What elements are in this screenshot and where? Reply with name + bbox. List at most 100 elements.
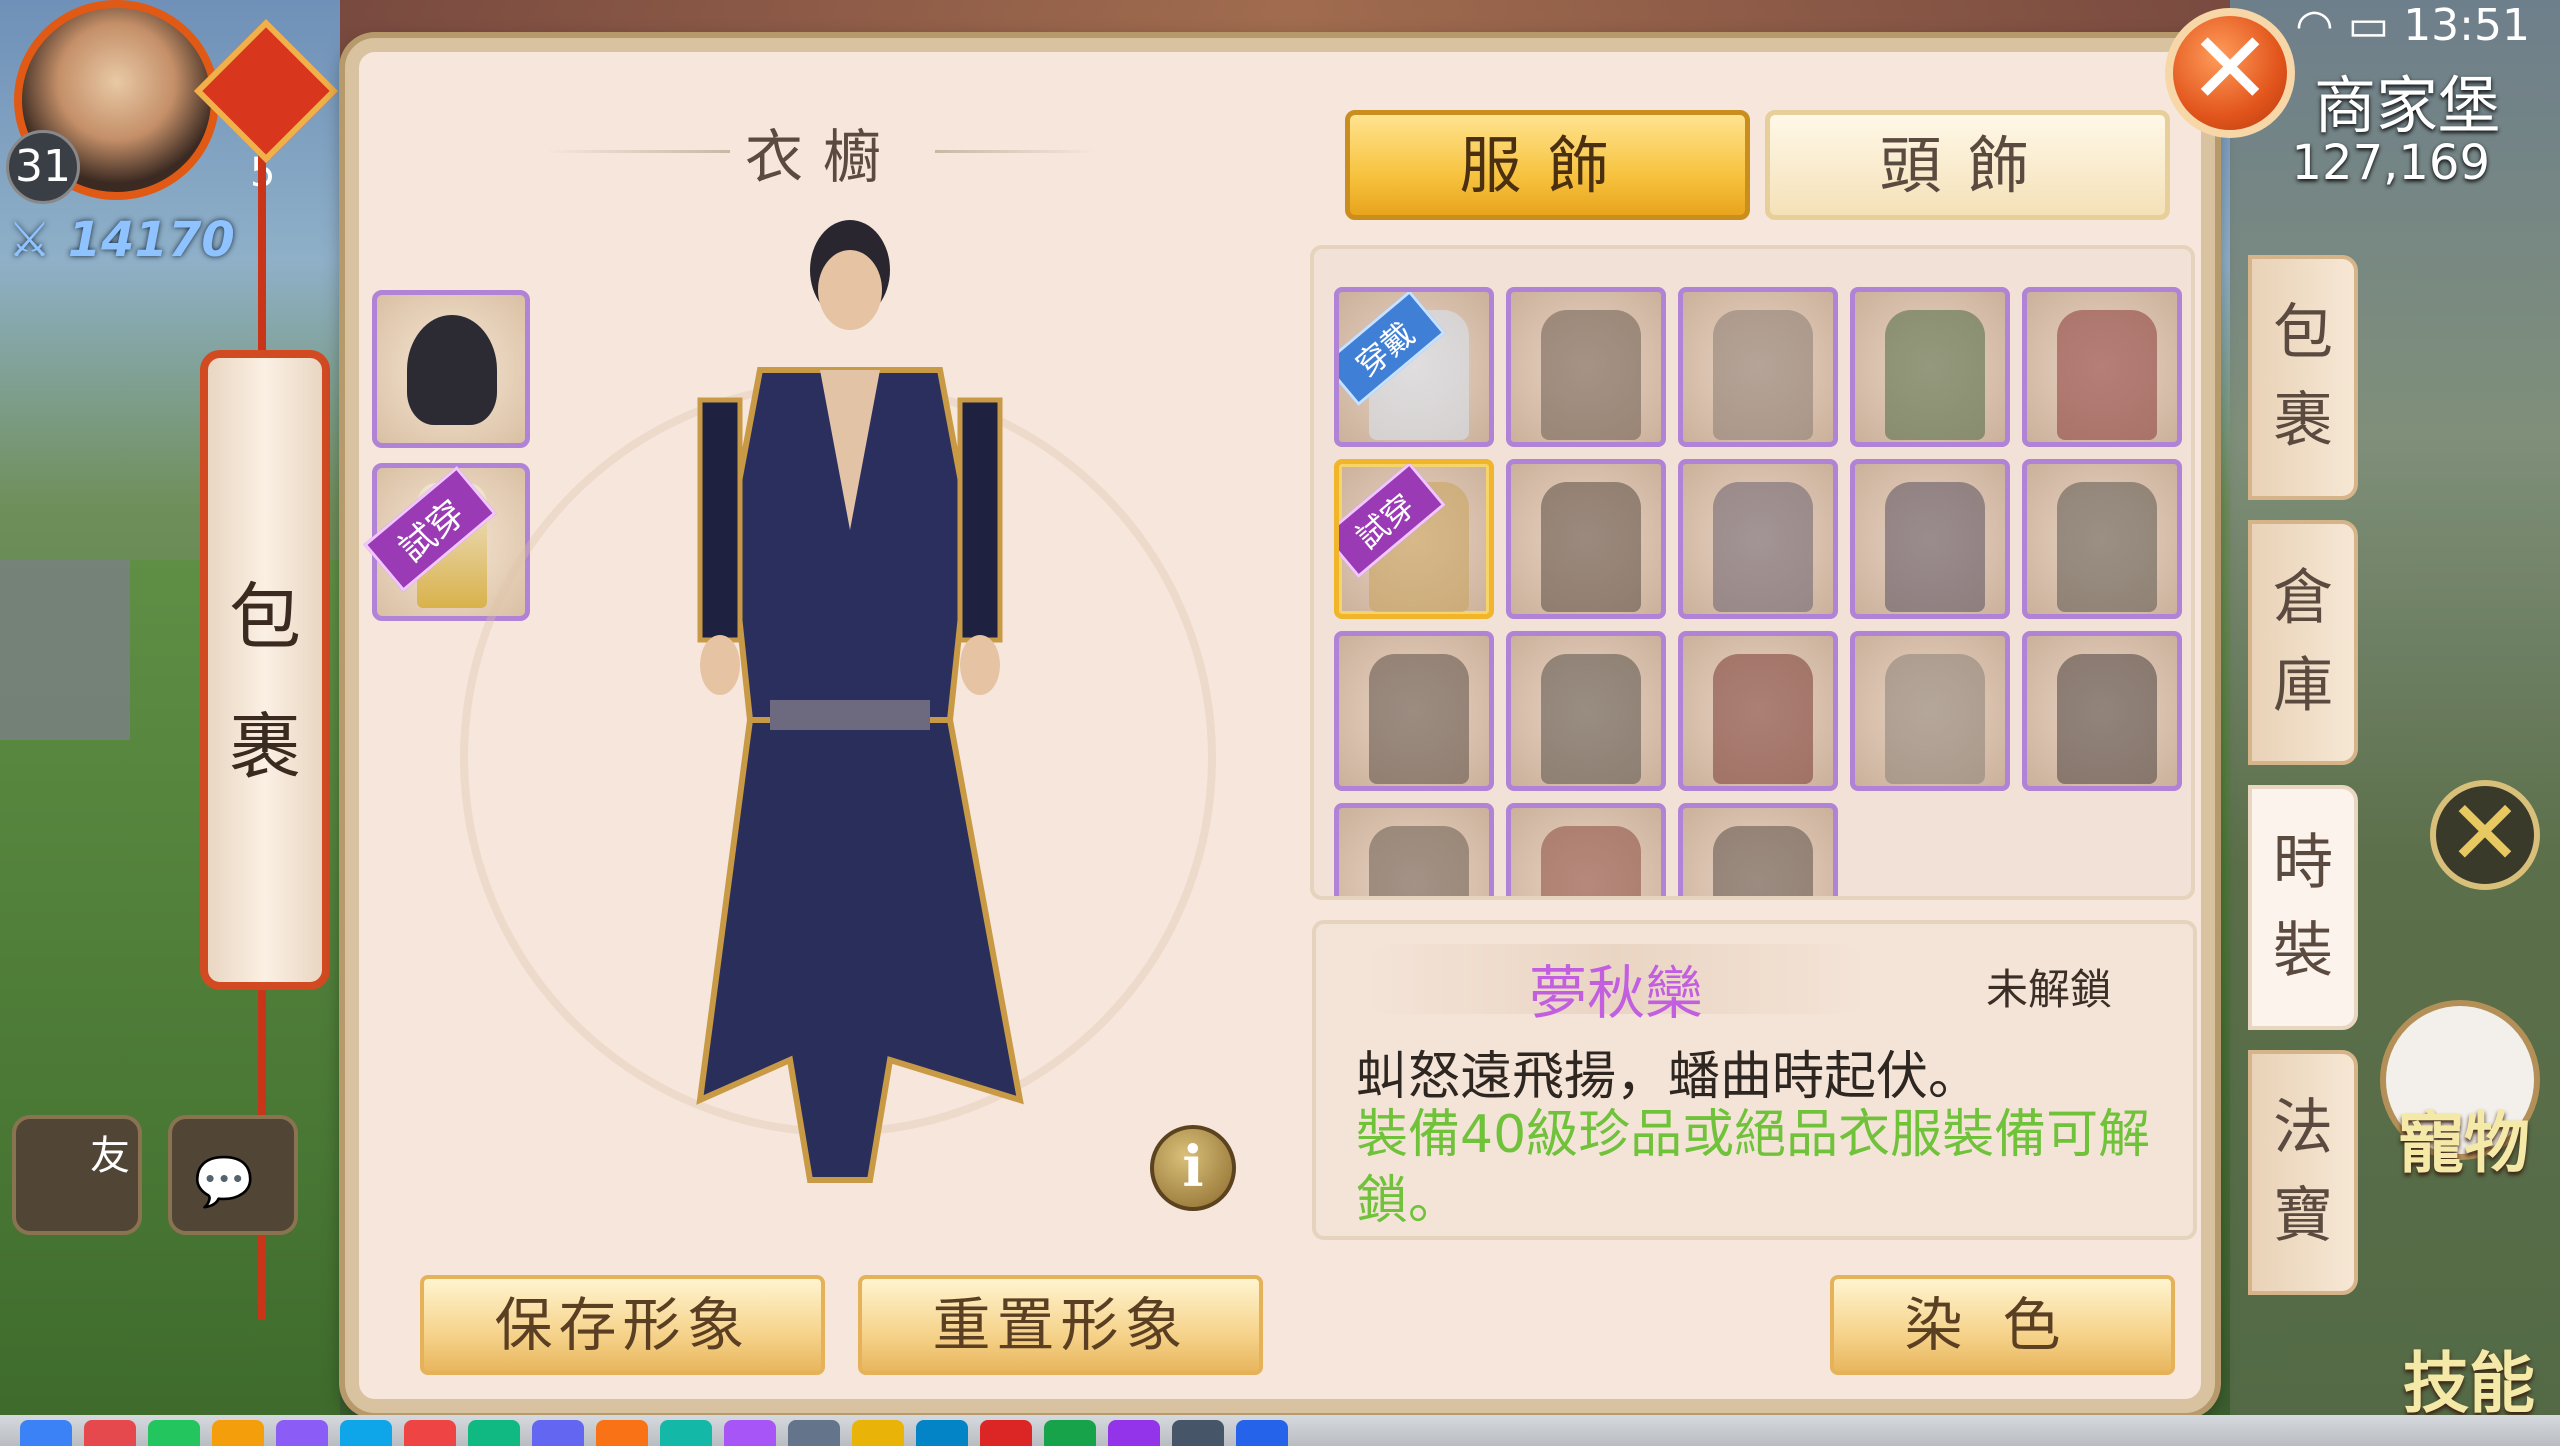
outfit-cell[interactable] [1334, 803, 1494, 896]
dock-app-icon[interactable] [980, 1420, 1032, 1446]
dock-app-icon[interactable] [148, 1420, 200, 1446]
outfit-cell[interactable] [1678, 459, 1838, 619]
dock-app-icon[interactable] [596, 1420, 648, 1446]
dock-app-icon[interactable] [468, 1420, 520, 1446]
battle-icon[interactable]: ✕ [2430, 780, 2540, 890]
bag-scroll-char-2: 裹 [228, 705, 301, 789]
outfit-cell[interactable] [2022, 287, 2182, 447]
outfit-cell[interactable]: 穿戴 [1334, 287, 1494, 447]
outfit-thumbnail-icon [1541, 826, 1641, 896]
chat-icon: 💬 [194, 1154, 254, 1210]
friends-label: 友 [90, 1133, 130, 1179]
outfit-cell[interactable]: 試穿 [1334, 459, 1494, 619]
map-coordinates: 127,169 [2291, 135, 2491, 191]
outfit-thumbnail-icon [1369, 826, 1469, 896]
dock-app-icon[interactable] [532, 1420, 584, 1446]
dock-app-icon[interactable] [724, 1420, 776, 1446]
outfit-cell[interactable] [2022, 631, 2182, 791]
skill-label[interactable]: 技能 [2403, 1330, 2535, 1426]
outfit-thumbnail-icon [1885, 482, 1985, 612]
side-tab-fashion[interactable]: 時 裝 [2248, 785, 2358, 1030]
dock-app-icon[interactable] [1108, 1420, 1160, 1446]
dock-app-icon[interactable] [916, 1420, 968, 1446]
outfit-thumbnail-icon [1713, 826, 1813, 896]
save-look-button[interactable]: 保存形象 [420, 1275, 825, 1375]
friends-button[interactable]: 友 [12, 1115, 142, 1235]
dock-app-icon[interactable] [212, 1420, 264, 1446]
dock-app-icon[interactable] [852, 1420, 904, 1446]
reset-look-button[interactable]: 重置形象 [858, 1275, 1263, 1375]
side-tab-bag-char-1: 包 [2273, 298, 2333, 368]
outfit-cell[interactable] [1850, 459, 2010, 619]
dock-app-icon[interactable] [1172, 1420, 1224, 1446]
outfit-cell[interactable] [1850, 287, 2010, 447]
side-tab-storage-char-2: 庫 [2273, 651, 2333, 721]
outfit-thumbnail-icon [1541, 654, 1641, 784]
outfit-cell[interactable] [1850, 631, 2010, 791]
bag-scroll-char-1: 包 [228, 575, 301, 659]
player-level-badge: 31 [6, 130, 80, 204]
dock-app-icon[interactable] [404, 1420, 456, 1446]
dock-app-icon[interactable] [1044, 1420, 1096, 1446]
close-icon[interactable]: ✕ [2165, 8, 2295, 138]
dock-app-icon[interactable] [660, 1420, 712, 1446]
outfit-thumbnail-icon [2057, 482, 2157, 612]
power-value: 14170 [67, 212, 235, 268]
item-lock-state: 未解鎖 [1986, 965, 2113, 1014]
dye-button[interactable]: 染色 [1830, 1275, 2175, 1375]
system-status: ◠ ▭ 13:51 [2295, 0, 2530, 51]
chat-button[interactable]: 💬 [168, 1115, 298, 1235]
equipped-hair-slot[interactable] [372, 290, 530, 448]
side-tab-fashion-char-1: 時 [2273, 828, 2333, 898]
bag-scroll-button[interactable]: 包 裹 [200, 350, 330, 990]
rock-wall [0, 560, 130, 740]
info-icon[interactable]: i [1150, 1125, 1236, 1211]
tab-headwear[interactable]: 頭飾 [1765, 110, 2170, 220]
outfit-thumbnail-icon [1885, 310, 1985, 440]
item-name: 夢秋欒 [1528, 959, 1703, 1027]
map-name: 商家堡 [2313, 69, 2500, 142]
dock-app-icon[interactable] [84, 1420, 136, 1446]
side-tab-bag-char-2: 裹 [2273, 386, 2333, 456]
outfit-cell[interactable] [1506, 803, 1666, 896]
panel-title: 衣櫥 [745, 123, 902, 191]
tab-clothing[interactable]: 服飾 [1345, 110, 1750, 220]
item-unlock-hint: 裝備40級珍品或絕品衣服裝備可解鎖。 [1356, 1105, 2151, 1231]
side-tab-treasure[interactable]: 法 寶 [2248, 1050, 2358, 1295]
dock-app-icon[interactable] [1236, 1420, 1288, 1446]
outfit-cell[interactable] [1506, 459, 1666, 619]
pet-label: 寵物 [2398, 1105, 2530, 1182]
dock-app-icon[interactable] [340, 1420, 392, 1446]
item-flavor-text: 虯怒遠飛揚，蟠曲時起伏。 [1356, 1047, 1981, 1107]
outfit-grid: 穿戴 試穿 [1310, 245, 2195, 900]
outfit-thumbnail-icon [2057, 654, 2157, 784]
title-divider-left [545, 150, 730, 153]
power-icon: ⚔ [8, 212, 68, 268]
outfit-cell[interactable] [2022, 459, 2182, 619]
dock-app-icon[interactable] [788, 1420, 840, 1446]
side-tab-fashion-char-2: 裝 [2273, 916, 2333, 986]
side-tab-bag[interactable]: 包 裹 [2248, 255, 2358, 500]
outfit-thumbnail-icon [1713, 654, 1813, 784]
outfit-cell[interactable] [1678, 287, 1838, 447]
wifi-icon: ◠ [2295, 0, 2348, 51]
outfit-cell[interactable] [1678, 803, 1838, 896]
item-description-box: 夢秋欒 未解鎖 虯怒遠飛揚，蟠曲時起伏。 裝備40級珍品或絕品衣服裝備可解鎖。 [1312, 920, 2197, 1240]
outfit-thumbnail-icon [2057, 310, 2157, 440]
dock-app-icon[interactable] [276, 1420, 328, 1446]
dock-app-icon[interactable] [20, 1420, 72, 1446]
character-preview[interactable] [640, 200, 1060, 1200]
outfit-cell[interactable] [1678, 631, 1838, 791]
outfit-thumbnail-icon [1713, 482, 1813, 612]
side-tab-treasure-char-1: 法 [2273, 1093, 2333, 1163]
combat-power: ⚔ 14170 [8, 212, 235, 268]
side-tab-storage[interactable]: 倉 庫 [2248, 520, 2358, 765]
outfit-thumbnail-icon [1541, 310, 1641, 440]
title-divider-right [935, 150, 1095, 153]
hair-icon [407, 315, 497, 425]
outfit-cell[interactable] [1334, 631, 1494, 791]
side-tab-storage-char-1: 倉 [2273, 563, 2333, 633]
outfit-cell[interactable] [1506, 287, 1666, 447]
outfit-thumbnail-icon [1713, 310, 1813, 440]
outfit-cell[interactable] [1506, 631, 1666, 791]
